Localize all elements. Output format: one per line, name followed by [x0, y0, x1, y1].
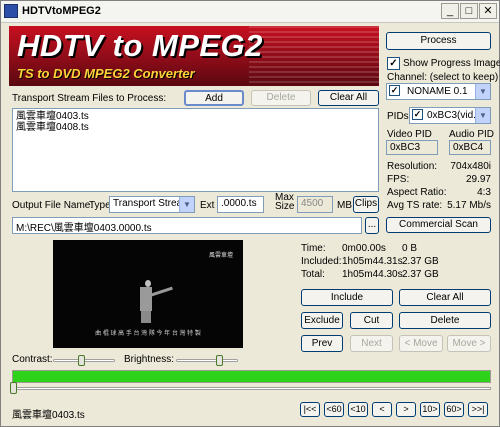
- audio-pid-label: Audio PID: [449, 129, 495, 140]
- prev-button[interactable]: Prev: [301, 335, 343, 352]
- video-caption: 曲 棍 球 高 手 台 灣 隊 今 年 台 灣 特 製: [95, 331, 201, 337]
- chevron-down-icon: ▼: [475, 108, 490, 123]
- output-path-input[interactable]: M:\REC\風雲車壇0403.0000.ts: [12, 217, 362, 234]
- banner-title: HDTV to MPEG2: [17, 28, 263, 63]
- channel-select[interactable]: ✓ NONAME 0.1 ▼: [386, 83, 491, 100]
- pids-select[interactable]: ✓ 0xBC3(vid... ▼: [409, 107, 491, 124]
- include-button[interactable]: Include: [301, 289, 393, 306]
- video-preview: 風雲車壇 曲 棍 球 高 手 台 灣 隊 今 年 台 灣 特 製: [53, 240, 243, 348]
- max-size-input[interactable]: 4500: [297, 196, 333, 213]
- back-10-button[interactable]: <10: [348, 402, 368, 417]
- minimize-button[interactable]: _: [441, 3, 459, 19]
- pids-label: PIDs:: [387, 111, 412, 122]
- brightness-slider-thumb[interactable]: [216, 355, 224, 366]
- time-label: Time:: [301, 243, 326, 254]
- back-1-button[interactable]: <: [372, 402, 392, 417]
- show-progress-label: Show Progress Image: [403, 58, 500, 69]
- seek-slider-thumb[interactable]: [10, 382, 17, 394]
- list-item[interactable]: 風雲車壇0408.ts: [16, 122, 375, 133]
- total-value: 1h05m44.30s: [342, 269, 403, 280]
- progress-fill: [13, 371, 490, 382]
- main-window: HDTVtoMPEG2 _ □ ✕ HDTV to MPEG2 TS to DV…: [0, 0, 500, 427]
- back-60-button[interactable]: <60: [324, 402, 344, 417]
- avg-ts-rate-value: 5.17 Mb/s: [447, 200, 491, 211]
- title-bar: HDTVtoMPEG2 _ □ ✕: [1, 1, 499, 23]
- resolution-label: Resolution:: [387, 161, 438, 172]
- move-left-button[interactable]: < Move: [399, 335, 443, 352]
- forward-60-button[interactable]: 60>: [444, 402, 464, 417]
- video-logo: 風雲車壇: [208, 253, 233, 259]
- jump-first-button[interactable]: |<<: [300, 402, 320, 417]
- time-size: 0 B: [402, 243, 418, 254]
- maximize-button[interactable]: □: [460, 3, 478, 19]
- delete-file-button[interactable]: Delete: [251, 90, 311, 106]
- forward-10-button[interactable]: 10>: [420, 402, 440, 417]
- clips-button[interactable]: Clips: [353, 196, 379, 213]
- exclude-button[interactable]: Exclude: [301, 312, 343, 329]
- contrast-slider-thumb[interactable]: [77, 355, 85, 366]
- resolution-value: 704x480i: [450, 161, 491, 172]
- total-label: Total:: [301, 269, 325, 280]
- ext-label: Ext: [200, 200, 215, 211]
- show-progress-checkbox[interactable]: ✓: [387, 57, 400, 70]
- fps-value: 29.97: [465, 174, 491, 185]
- type-label: Type: [89, 200, 111, 211]
- brightness-slider[interactable]: [176, 359, 238, 362]
- video-pid-label: Video PID: [387, 129, 432, 140]
- cut-button[interactable]: Cut: [350, 312, 393, 329]
- next-button[interactable]: Next: [350, 335, 393, 352]
- brightness-label: Brightness:: [124, 354, 175, 365]
- pids-checkbox[interactable]: ✓: [412, 109, 423, 120]
- contrast-label: Contrast:: [12, 354, 53, 365]
- close-button[interactable]: ✕: [479, 3, 497, 19]
- time-value: 0m00.00s: [342, 243, 386, 254]
- add-button[interactable]: Add: [184, 90, 244, 106]
- forward-1-button[interactable]: >: [396, 402, 416, 417]
- banner-subtitle: TS to DVD MPEG2 Converter: [17, 66, 195, 81]
- total-size: 2.37 GB: [402, 269, 439, 280]
- chevron-down-icon: ▼: [475, 84, 490, 99]
- process-button[interactable]: Process: [386, 32, 491, 50]
- aspect-ratio-label: Aspect Ratio:: [387, 187, 447, 198]
- ext-input[interactable]: .0000.ts: [217, 196, 264, 213]
- channel-checkbox[interactable]: ✓: [389, 85, 400, 96]
- commercial-scan-button[interactable]: Commercial Scan: [386, 217, 491, 233]
- browse-button[interactable]: ...: [365, 217, 379, 234]
- type-select[interactable]: Transport Stream ▼: [109, 196, 195, 213]
- included-value: 1h05m44.31s: [342, 256, 403, 267]
- window-title: HDTVtoMPEG2: [22, 5, 101, 17]
- audio-pid-value: 0xBC4: [449, 140, 491, 155]
- file-list[interactable]: 風雲車壇0403.ts 風雲車壇0408.ts: [12, 108, 379, 192]
- aspect-ratio-value: 4:3: [477, 187, 491, 198]
- output-file-name-label: Output File Name:: [12, 200, 94, 211]
- video-pid-value: 0xBC3: [386, 140, 438, 155]
- files-label: Transport Stream Files to Process:: [12, 93, 167, 104]
- fps-label: FPS:: [387, 174, 410, 185]
- delete-mark-button[interactable]: Delete: [399, 312, 491, 329]
- chevron-down-icon: ▼: [179, 197, 194, 212]
- jump-last-button[interactable]: >>|: [468, 402, 488, 417]
- avg-ts-rate-label: Avg TS rate:: [387, 200, 443, 211]
- move-right-button[interactable]: Move >: [447, 335, 491, 352]
- included-size: 2.37 GB: [402, 256, 439, 267]
- clear-all-marks-button[interactable]: Clear All: [399, 289, 491, 306]
- max-size-label: Max Size: [275, 192, 295, 212]
- channel-label: Channel: (select to keep): [387, 72, 499, 83]
- included-label: Included:: [301, 256, 342, 267]
- status-text: 風雲車壇0403.ts: [12, 410, 85, 421]
- app-icon: [4, 4, 18, 18]
- seek-slider[interactable]: [12, 387, 491, 390]
- app-banner: HDTV to MPEG2 TS to DVD MPEG2 Converter: [9, 26, 379, 86]
- list-item[interactable]: 風雲車壇0403.ts: [16, 111, 375, 122]
- progress-bar: [12, 370, 491, 383]
- clear-files-button[interactable]: Clear All: [318, 90, 379, 106]
- mb-label: MB: [337, 200, 352, 211]
